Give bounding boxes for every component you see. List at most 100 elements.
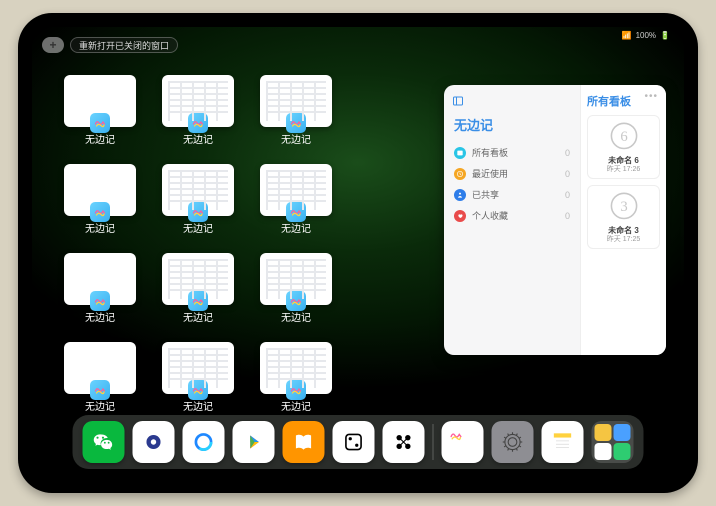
freeform-app-icon <box>286 202 306 222</box>
menu-count: 0 <box>565 169 570 179</box>
more-button[interactable]: ••• <box>644 91 658 102</box>
board-card[interactable]: 3 未命名 3昨天 17:25 <box>587 185 660 249</box>
board-caption: 未命名 3昨天 17:25 <box>607 226 640 244</box>
freeform-app-icon <box>90 113 110 133</box>
thumb-label: 无边记 <box>85 309 115 324</box>
menu-item-个人收藏[interactable]: 个人收藏 0 <box>452 205 572 226</box>
thumb-label: 无边记 <box>281 398 311 413</box>
menu-label: 个人收藏 <box>472 209 508 222</box>
menu-label: 已共享 <box>472 188 499 201</box>
thumb-label: 无边记 <box>183 398 213 413</box>
dock-app-quark[interactable] <box>133 421 175 463</box>
freeform-app-icon <box>90 291 110 311</box>
thumb-preview <box>64 164 136 216</box>
window-thumbnail[interactable]: 无边记 <box>258 342 334 413</box>
thumb-label: 无边记 <box>183 309 213 324</box>
thumb-preview <box>260 75 332 127</box>
thumb-label: 无边记 <box>281 220 311 235</box>
freeform-app-icon <box>188 202 208 222</box>
menu-icon <box>454 147 466 159</box>
dock-app-connect[interactable] <box>383 421 425 463</box>
thumb-label: 无边记 <box>183 131 213 146</box>
thumb-label: 无边记 <box>85 220 115 235</box>
freeform-app-icon <box>90 202 110 222</box>
freeform-app-icon <box>286 380 306 400</box>
thumb-preview <box>260 164 332 216</box>
panel-title: 无边记 <box>454 115 572 134</box>
dock-recent-notes[interactable] <box>542 421 584 463</box>
board-sketch: 6 <box>603 120 645 156</box>
battery-label: 100% <box>636 31 656 40</box>
menu-count: 0 <box>565 148 570 158</box>
reopen-closed-window-button[interactable]: 重新打开已关闭的窗口 <box>70 37 178 53</box>
thumb-preview <box>162 342 234 394</box>
menu-item-所有看板[interactable]: 所有看板 0 <box>452 142 572 163</box>
dock-app-books[interactable] <box>283 421 325 463</box>
freeform-app-icon <box>188 291 208 311</box>
freeform-app-icon <box>188 113 208 133</box>
window-thumbnail[interactable]: 无边记 <box>62 164 138 235</box>
window-thumbnail[interactable]: 无边记 <box>160 75 236 146</box>
board-sketch: 3 <box>603 190 645 226</box>
thumb-label: 无边记 <box>183 220 213 235</box>
thumb-preview <box>64 342 136 394</box>
thumb-preview <box>260 342 332 394</box>
panel-sidebar: 无边记 所有看板 0 最近使用 0 已共享 0 个人收藏 0 <box>444 85 580 355</box>
window-thumbnail[interactable]: 无边记 <box>62 342 138 413</box>
status-bar: 📶 100% 🔋 <box>622 31 670 40</box>
dock-app-media-player[interactable] <box>233 421 275 463</box>
window-thumbnail[interactable]: 无边记 <box>62 75 138 146</box>
thumb-label: 无边记 <box>281 309 311 324</box>
window-thumbnail[interactable]: 无边记 <box>160 164 236 235</box>
dock-app-dice[interactable] <box>333 421 375 463</box>
thumb-label: 无边记 <box>281 131 311 146</box>
window-thumbnail[interactable]: 无边记 <box>160 253 236 324</box>
panel-header <box>452 95 572 107</box>
panel-content: ••• 所有看板 6未命名 6昨天 17:263未命名 3昨天 17:25 <box>580 85 666 355</box>
window-thumbnail[interactable]: 无边记 <box>160 342 236 413</box>
thumb-label: 无边记 <box>85 398 115 413</box>
window-grid: 无边记无边记无边记无边记无边记无边记无边记无边记无边记无边记无边记无边记 <box>62 75 432 413</box>
window-thumbnail[interactable]: 无边记 <box>258 75 334 146</box>
window-thumbnail[interactable]: 无边记 <box>258 164 334 235</box>
menu-item-已共享[interactable]: 已共享 0 <box>452 184 572 205</box>
thumb-preview <box>64 253 136 305</box>
board-card[interactable]: 6未命名 6昨天 17:26 <box>587 115 660 179</box>
dock-recent-settings[interactable] <box>492 421 534 463</box>
svg-text:3: 3 <box>620 199 627 215</box>
menu-icon <box>454 168 466 180</box>
top-left-controls: + 重新打开已关闭的窗口 <box>42 37 178 53</box>
thumb-label: 无边记 <box>85 131 115 146</box>
menu-count: 0 <box>565 211 570 221</box>
ipad-device: 📶 100% 🔋 + 重新打开已关闭的窗口 无边记无边记无边记无边记无边记无边记… <box>18 13 698 493</box>
panel-menu: 所有看板 0 最近使用 0 已共享 0 个人收藏 0 <box>452 142 572 226</box>
screen: 📶 100% 🔋 + 重新打开已关闭的窗口 无边记无边记无边记无边记无边记无边记… <box>32 27 684 479</box>
freeform-app-icon <box>286 291 306 311</box>
battery-icon: 🔋 <box>660 31 670 40</box>
freeform-app-icon <box>90 380 110 400</box>
menu-label: 所有看板 <box>472 146 508 159</box>
dock-divider <box>433 424 434 460</box>
thumb-preview <box>64 75 136 127</box>
dock-app-wechat[interactable] <box>83 421 125 463</box>
dock-recent-freeform[interactable] <box>442 421 484 463</box>
dock-app-library[interactable] <box>592 421 634 463</box>
freeform-app-icon <box>188 380 208 400</box>
dock <box>73 415 644 469</box>
thumb-preview <box>260 253 332 305</box>
thumb-preview <box>162 164 234 216</box>
thumb-preview <box>162 75 234 127</box>
window-thumbnail[interactable]: 无边记 <box>258 253 334 324</box>
menu-item-最近使用[interactable]: 最近使用 0 <box>452 163 572 184</box>
menu-icon <box>454 189 466 201</box>
signal-icon: 📶 <box>622 31 632 40</box>
menu-label: 最近使用 <box>472 167 508 180</box>
new-window-button[interactable]: + <box>42 37 64 53</box>
app-panel: 无边记 所有看板 0 最近使用 0 已共享 0 个人收藏 0 ••• 所有看板 6未命名 6昨… <box>444 85 666 355</box>
menu-count: 0 <box>565 190 570 200</box>
dock-app-qq-browser[interactable] <box>183 421 225 463</box>
window-thumbnail[interactable]: 无边记 <box>62 253 138 324</box>
thumb-preview <box>162 253 234 305</box>
board-cards: 6未命名 6昨天 17:26 3 未命名 3昨天 17:25 <box>587 115 660 249</box>
board-caption: 未命名 6昨天 17:26 <box>607 156 640 174</box>
